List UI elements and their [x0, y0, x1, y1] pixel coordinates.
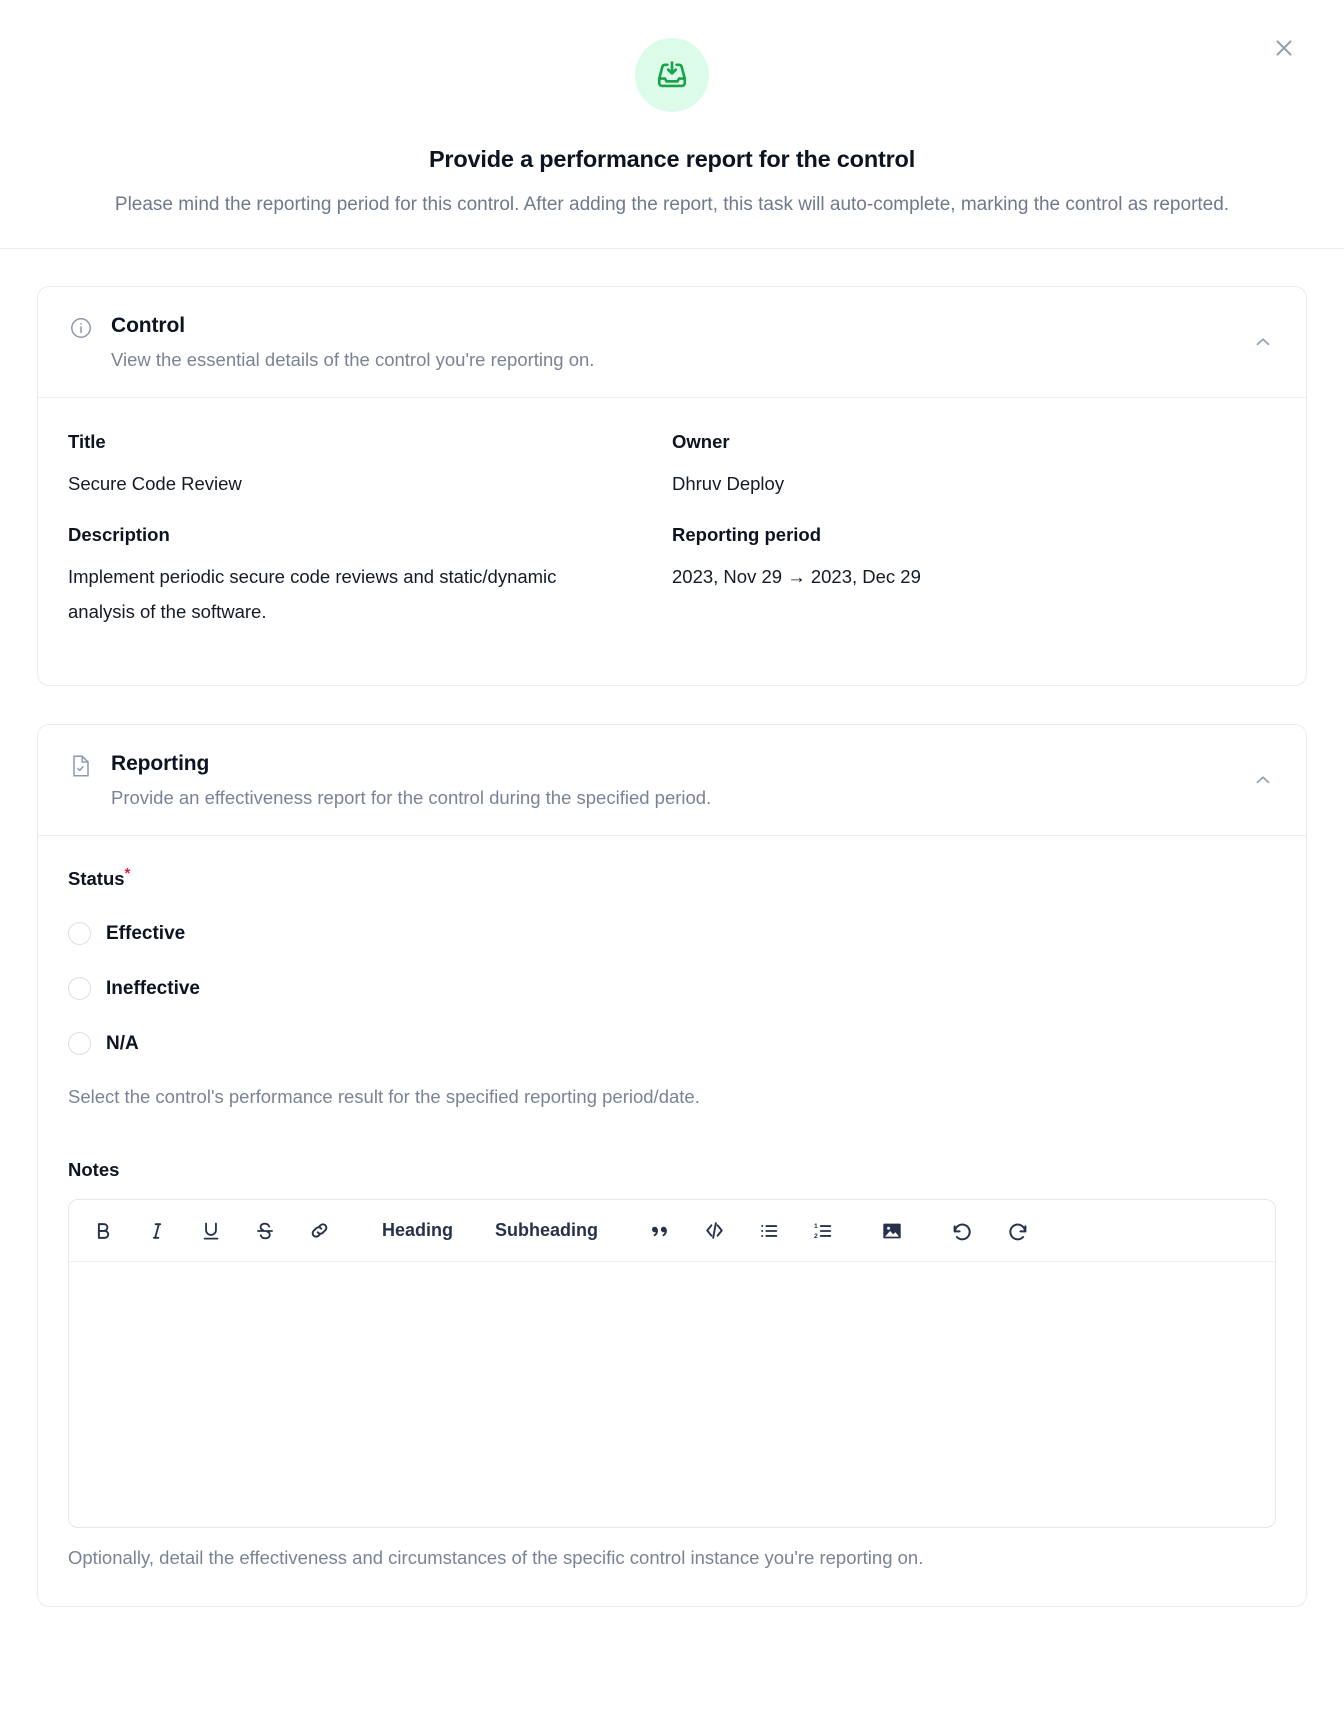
chevron-up-icon — [1256, 776, 1270, 784]
image-icon — [883, 1223, 901, 1238]
code-block-button[interactable] — [694, 1211, 735, 1251]
info-circle-icon — [68, 315, 94, 341]
notes-label: Notes — [68, 1159, 120, 1180]
numbered-list-button[interactable]: 1 2 — [803, 1211, 843, 1251]
header-icon-badge — [635, 38, 709, 112]
status-option-effective[interactable]: Effective — [68, 906, 1276, 961]
redo-button[interactable] — [997, 1211, 1039, 1251]
field-title-value: Secure Code Review — [68, 473, 242, 494]
status-help-text: Select the control's performance result … — [68, 1086, 700, 1107]
undo-button[interactable] — [941, 1211, 983, 1251]
reporting-card: Reporting Provide an effectiveness repor… — [37, 724, 1307, 1607]
field-title: Title Secure Code Review — [68, 430, 672, 523]
notes-help-text: Optionally, detail the effectiveness and… — [68, 1547, 924, 1568]
control-card-header: Control View the essential details of th… — [38, 287, 1306, 398]
undo-icon — [953, 1223, 971, 1240]
modal-header: Provide a performance report for the con… — [0, 0, 1344, 249]
reporting-card-title: Reporting — [111, 752, 210, 775]
field-reporting-period: Reporting period 2023, Nov 29 → 2023, De… — [672, 523, 1276, 651]
field-owner-value: Dhruv Deploy — [672, 473, 785, 494]
field-owner-label: Owner — [672, 431, 730, 452]
svg-text:1: 1 — [814, 1222, 818, 1229]
notes-input[interactable] — [69, 1262, 1275, 1527]
radio-icon[interactable] — [68, 922, 91, 945]
link-icon — [311, 1223, 328, 1238]
blockquote-icon — [652, 1226, 667, 1236]
link-button[interactable] — [299, 1211, 340, 1251]
notes-editor-toolbar: Heading Subheading 1 2 — [69, 1200, 1275, 1262]
subheading-button[interactable]: Subheading — [481, 1211, 612, 1251]
close-icon — [1276, 40, 1292, 56]
chevron-up-icon — [1256, 338, 1270, 346]
status-option-ineffective[interactable]: Ineffective — [68, 961, 1276, 1016]
control-card-subtitle: View the essential details of the contro… — [111, 349, 595, 370]
status-label-text: Status — [68, 868, 125, 889]
close-button[interactable] — [1264, 28, 1304, 68]
reporting-card-header: Reporting Provide an effectiveness repor… — [38, 725, 1306, 836]
underline-icon — [203, 1222, 219, 1240]
control-card-body: Title Secure Code Review Owner Dhruv Dep… — [38, 398, 1306, 685]
field-description-value: Implement periodic secure code reviews a… — [68, 566, 557, 622]
reporting-card-collapse-button[interactable] — [1246, 763, 1280, 797]
blockquote-button[interactable] — [640, 1211, 680, 1251]
modal-content: Control View the essential details of th… — [0, 249, 1344, 1607]
heading-button[interactable]: Heading — [368, 1211, 467, 1251]
status-option-na[interactable]: N/A — [68, 1016, 1276, 1071]
required-asterisk: * — [124, 864, 131, 882]
field-title-label: Title — [68, 431, 106, 452]
reporting-card-subtitle: Provide an effectiveness report for the … — [111, 787, 712, 808]
file-check-icon — [68, 753, 94, 779]
bold-icon — [97, 1222, 110, 1239]
redo-icon — [1009, 1223, 1027, 1240]
field-reporting-period-value: 2023, Nov 29 → 2023, Dec 29 — [672, 566, 921, 587]
underline-button[interactable] — [191, 1211, 231, 1251]
page-subtitle: Please mind the reporting period for thi… — [114, 194, 1230, 215]
control-card-collapse-button[interactable] — [1246, 325, 1280, 359]
field-reporting-period-label: Reporting period — [672, 524, 822, 545]
reporting-card-body: Status* Effective Ineffective N/A Select… — [38, 836, 1306, 1606]
radio-icon[interactable] — [68, 977, 91, 1000]
strikethrough-icon — [257, 1222, 273, 1239]
status-label: Status* — [68, 864, 1276, 890]
control-fields-grid: Title Secure Code Review Owner Dhruv Dep… — [68, 430, 1276, 651]
numbered-list-icon: 1 2 — [814, 1222, 832, 1239]
strikethrough-button[interactable] — [245, 1211, 285, 1251]
field-description-label: Description — [68, 524, 170, 545]
italic-icon — [152, 1222, 162, 1239]
image-button[interactable] — [871, 1211, 913, 1251]
svg-text:2: 2 — [814, 1232, 818, 1239]
field-owner: Owner Dhruv Deploy — [672, 430, 1276, 523]
field-description: Description Implement periodic secure co… — [68, 523, 672, 651]
notes-editor: Heading Subheading 1 2 — [68, 1199, 1276, 1528]
status-option-na-label: N/A — [106, 1032, 139, 1054]
code-block-icon — [706, 1222, 723, 1239]
control-card-title: Control — [111, 314, 185, 337]
bullet-list-button[interactable] — [749, 1211, 789, 1251]
inbox-download-icon — [657, 61, 687, 88]
italic-button[interactable] — [137, 1211, 177, 1251]
radio-icon[interactable] — [68, 1032, 91, 1055]
header-icon-wrap — [0, 38, 1344, 112]
page-title: Provide a performance report for the con… — [428, 146, 916, 172]
status-radio-group[interactable]: Effective Ineffective N/A — [68, 906, 1276, 1071]
bold-button[interactable] — [83, 1211, 123, 1251]
status-option-ineffective-label: Ineffective — [106, 977, 200, 999]
status-option-effective-label: Effective — [106, 922, 186, 944]
bullet-list-icon — [761, 1224, 778, 1237]
control-card: Control View the essential details of th… — [37, 286, 1307, 686]
